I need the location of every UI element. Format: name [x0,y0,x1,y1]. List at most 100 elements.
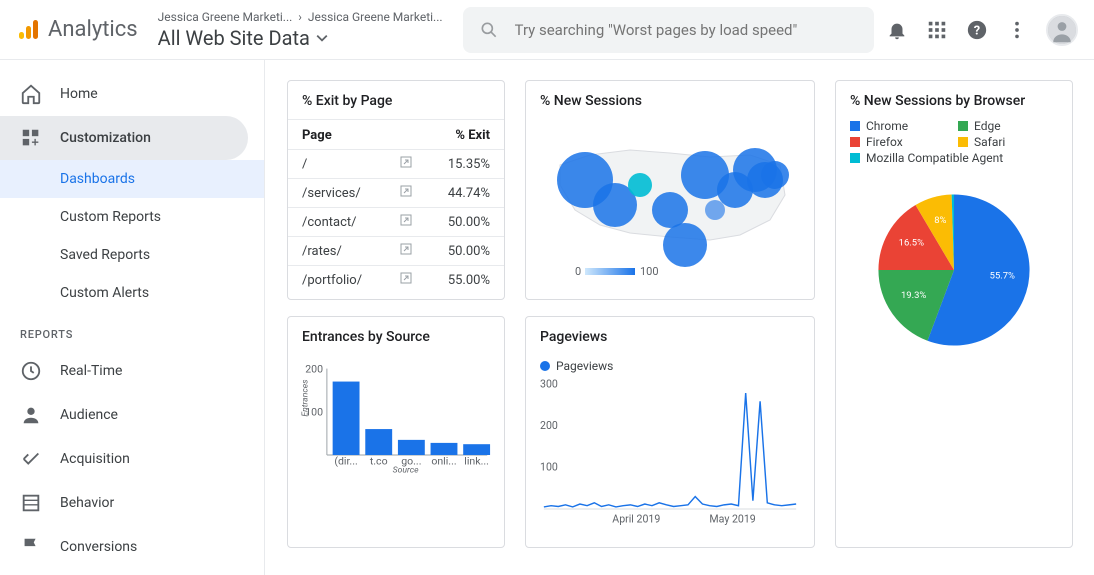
legend-item[interactable]: Edge [958,119,1058,133]
apps-icon[interactable] [926,19,948,41]
col-exit[interactable]: % Exit [426,120,504,150]
svg-text:8%: 8% [934,215,946,226]
acquisition-icon [20,448,42,470]
svg-text:t.co: t.co [370,455,388,468]
sidebar-subitem-saved-reports[interactable]: Saved Reports [60,236,264,274]
customization-icon [20,127,42,149]
chevron-right-icon: › [298,10,302,24]
open-icon[interactable] [400,214,412,226]
search-input[interactable] [515,21,858,39]
legend-item[interactable]: Safari [958,135,1058,149]
sidebar-item-label: Real-Time [60,363,122,379]
line-chart[interactable]: Pageviews 300 200 100 April 2019 May 201… [526,355,814,547]
open-icon[interactable] [400,185,412,197]
sidebar-item-realtime[interactable]: Real-Time [0,349,248,393]
search-icon [479,20,499,40]
app-header: Analytics Jessica Greene Marketi... › Je… [0,0,1094,60]
more-vert-icon[interactable] [1006,19,1028,41]
card-browser: % New Sessions by Browser Chrome Edge Fire… [835,80,1073,548]
breadcrumb-area: Jessica Greene Marketi... › Jessica Gree… [158,10,443,50]
svg-text:100: 100 [540,460,558,473]
legend-label: Pageviews [556,359,613,373]
svg-text:link...: link... [464,455,489,468]
flag-icon [20,536,42,558]
sidebar-item-label: Acquisition [60,451,130,467]
sidebar-subitem-dashboards[interactable]: Dashboards [0,160,264,198]
main-content: % Exit by Page Page % Exit /15.35%/servi… [265,60,1094,575]
customization-subitems: Dashboards Custom Reports Saved Reports … [0,160,264,312]
home-icon [20,83,42,105]
card-title: % New Sessions by Browser [836,81,1072,119]
svg-text:?: ? [974,23,980,38]
svg-text:onli...: onli... [431,455,456,468]
property-name: All Web Site Data [158,26,310,50]
card-title: % New Sessions [526,81,814,119]
breadcrumb-item-2[interactable]: Jessica Greene Marketi... [308,10,443,24]
sidebar-item-label: Conversions [60,539,137,555]
open-icon[interactable] [400,243,412,255]
sidebar-item-home[interactable]: Home [0,72,248,116]
search-bar[interactable] [463,7,874,53]
sidebar-item-customization[interactable]: Customization [0,116,248,160]
breadcrumb[interactable]: Jessica Greene Marketi... › Jessica Gree… [158,10,443,24]
legend-item[interactable]: Mozilla Compatible Agent [850,151,1058,165]
notifications-icon[interactable] [886,19,908,41]
open-icon[interactable] [400,156,412,168]
svg-text:April 2019: April 2019 [612,512,660,525]
card-title: Entrances by Source [288,317,504,355]
behavior-icon [20,492,42,514]
sidebar-item-audience[interactable]: Audience [0,393,248,437]
svg-text:19.3%: 19.3% [901,290,926,301]
analytics-logo-icon [16,18,40,42]
legend-swatch [540,361,550,371]
card-entrances: Entrances by Source Entrances 200 100 (d… [287,316,505,548]
card-title: % Exit by Page [288,81,504,119]
exit-table: Page % Exit /15.35%/services/44.74%/cont… [288,119,504,294]
logo: Analytics [16,17,138,42]
sidebar: Home Customization Dashboards Custom Rep… [0,60,265,575]
pie-chart[interactable]: 55.7%19.3%16.5%8% [836,171,1072,373]
svg-text:(dir...: (dir... [334,455,357,468]
table-row[interactable]: /rates/50.00% [288,237,504,266]
svg-text:300: 300 [540,379,558,391]
legend-item[interactable]: Firefox [850,135,950,149]
svg-text:Source: Source [393,465,419,474]
property-selector[interactable]: All Web Site Data [158,26,443,50]
legend-item[interactable]: Chrome [850,119,950,133]
sidebar-subitem-custom-reports[interactable]: Custom Reports [60,198,264,236]
logo-text: Analytics [48,17,138,42]
header-actions: ? [886,14,1078,46]
svg-text:100: 100 [305,406,323,419]
clock-icon [20,360,42,382]
table-row[interactable]: /15.35% [288,150,504,179]
table-row[interactable]: /contact/50.00% [288,208,504,237]
avatar[interactable] [1046,14,1078,46]
caret-down-icon [316,32,328,44]
svg-text:0: 0 [575,265,581,278]
breadcrumb-item-1[interactable]: Jessica Greene Marketi... [158,10,293,24]
map-chart[interactable]: 0 100 [526,119,814,299]
svg-text:May 2019: May 2019 [709,512,755,525]
sidebar-subitem-custom-alerts[interactable]: Custom Alerts [60,274,264,312]
sidebar-item-behavior[interactable]: Behavior [0,481,248,525]
sidebar-item-label: Home [60,86,98,102]
sidebar-item-conversions[interactable]: Conversions [0,525,248,569]
sidebar-item-label: Behavior [60,495,114,511]
sidebar-item-acquisition[interactable]: Acquisition [0,437,248,481]
sidebar-item-label: Audience [60,407,118,423]
col-page[interactable]: Page [288,120,386,150]
person-icon [20,404,42,426]
svg-text:100: 100 [640,265,659,278]
card-new-sessions-map: % New Sessions 0 [525,80,815,300]
card-exit-by-page: % Exit by Page Page % Exit /15.35%/servi… [287,80,505,300]
bar-chart[interactable]: Entrances 200 100 (dir... t.co go... onl… [288,355,504,488]
browser-legend: Chrome Edge Firefox Safari Mozilla Compatibl… [836,119,1072,171]
help-icon[interactable]: ? [966,19,988,41]
sidebar-item-label: Customization [60,130,151,146]
svg-text:200: 200 [305,362,323,375]
table-row[interactable]: /portfolio/55.00% [288,266,504,295]
svg-text:16.5%: 16.5% [899,238,924,249]
table-row[interactable]: /services/44.74% [288,179,504,208]
reports-section-label: REPORTS [0,312,264,349]
open-icon[interactable] [400,272,412,284]
